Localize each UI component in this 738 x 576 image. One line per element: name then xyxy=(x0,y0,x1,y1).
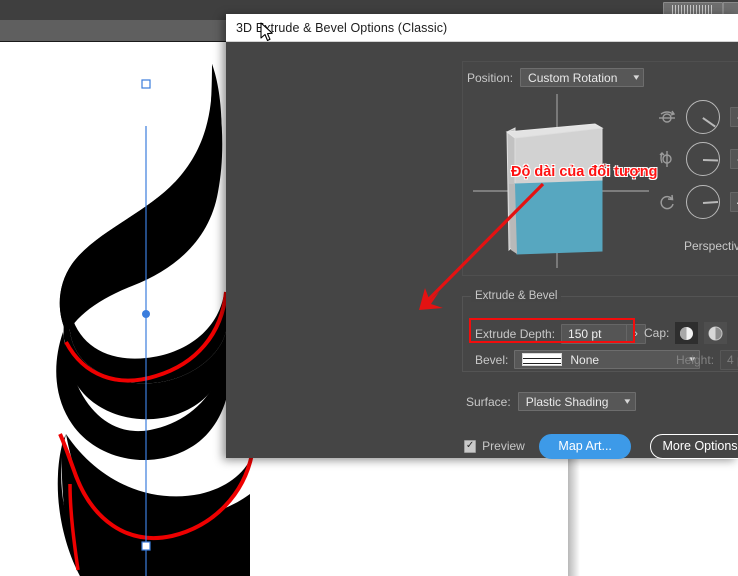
cap-row: Cap: xyxy=(644,322,727,344)
position-select[interactable]: Custom Rotation ▾ xyxy=(520,68,644,87)
height-input: 4 pt › xyxy=(720,350,738,370)
surface-label: Surface: xyxy=(466,395,511,409)
rotate-x-axis-icon xyxy=(658,108,676,126)
chevron-down-icon: ▾ xyxy=(633,72,639,83)
rotate-x-row: -35° xyxy=(658,100,738,134)
more-options-label: More Options xyxy=(663,439,738,453)
preview-label: Preview xyxy=(482,439,525,453)
surface-value: Plastic Shading xyxy=(526,395,609,409)
rotate-y-row: -2° xyxy=(658,142,738,176)
panel-shadow xyxy=(568,452,580,576)
3d-extrude-bevel-dialog[interactable]: 3D Extrude & Bevel Options (Classic) Pos… xyxy=(226,14,738,458)
grip-icon xyxy=(672,5,712,14)
anchor-point-middle xyxy=(142,310,150,318)
anchor-point-top xyxy=(142,80,150,88)
bevel-row: Bevel: None ▾ xyxy=(475,350,700,369)
cap-label: Cap: xyxy=(644,326,669,340)
position-value: Custom Rotation xyxy=(528,71,617,85)
height-value: 4 pt xyxy=(721,353,738,367)
chevron-down-icon: ▾ xyxy=(624,396,630,407)
rotate-z-input[interactable]: 4° xyxy=(730,192,738,212)
rotation-cube-widget[interactable] xyxy=(473,92,649,270)
more-options-button[interactable]: More Options xyxy=(650,434,738,459)
cap-on-icon xyxy=(678,325,695,342)
dialog-footer: ✓ Preview Map Art... More Options OK Can… xyxy=(464,433,738,459)
height-row: Height: 4 pt › xyxy=(676,350,738,370)
map-art-button[interactable]: Map Art... xyxy=(539,434,632,459)
height-label: Height: xyxy=(676,353,714,367)
map-art-label: Map Art... xyxy=(558,439,612,453)
rotate-z-dial[interactable] xyxy=(686,185,720,219)
position-label: Position: xyxy=(467,71,513,85)
mouse-pointer-icon xyxy=(260,22,274,42)
rotate-y-dial[interactable] xyxy=(686,142,720,176)
rotate-x-dial[interactable] xyxy=(686,100,720,134)
anchor-point-bottom xyxy=(142,542,150,550)
helix-mass-top xyxy=(64,64,223,342)
cap-off-icon xyxy=(707,325,724,342)
rotate-x-input[interactable]: -35° xyxy=(730,107,738,127)
bevel-label: Bevel: xyxy=(475,353,508,367)
rotate-y-input[interactable]: -2° xyxy=(730,149,738,169)
rotate-y-axis-icon xyxy=(658,150,676,168)
perspective-row: Perspective: 0° › xyxy=(684,236,738,256)
perspective-label: Perspective: xyxy=(684,239,738,253)
bevel-select[interactable]: None ▾ xyxy=(514,350,700,369)
annotation-text: Độ dài của đối tượng xyxy=(511,164,657,180)
rotate-z-axis-icon xyxy=(658,193,676,211)
bevel-none-swatch-icon xyxy=(522,353,562,366)
extrude-depth-highlight-box xyxy=(469,318,635,343)
surface-row: Surface: Plastic Shading ▾ xyxy=(466,392,636,411)
extrude-bevel-group-title: Extrude & Bevel xyxy=(471,290,561,302)
dialog-title-bar[interactable]: 3D Extrude & Bevel Options (Classic) xyxy=(226,14,738,42)
cap-off-button[interactable] xyxy=(704,322,727,344)
surface-select[interactable]: Plastic Shading ▾ xyxy=(518,392,636,411)
cap-on-button[interactable] xyxy=(675,322,698,344)
rotate-z-row: 4° xyxy=(658,185,738,219)
preview-checkbox[interactable]: ✓ xyxy=(464,440,476,453)
position-row: Position: Custom Rotation ▾ xyxy=(467,68,644,87)
checkmark-icon: ✓ xyxy=(466,441,474,451)
bevel-value: None xyxy=(570,353,599,367)
